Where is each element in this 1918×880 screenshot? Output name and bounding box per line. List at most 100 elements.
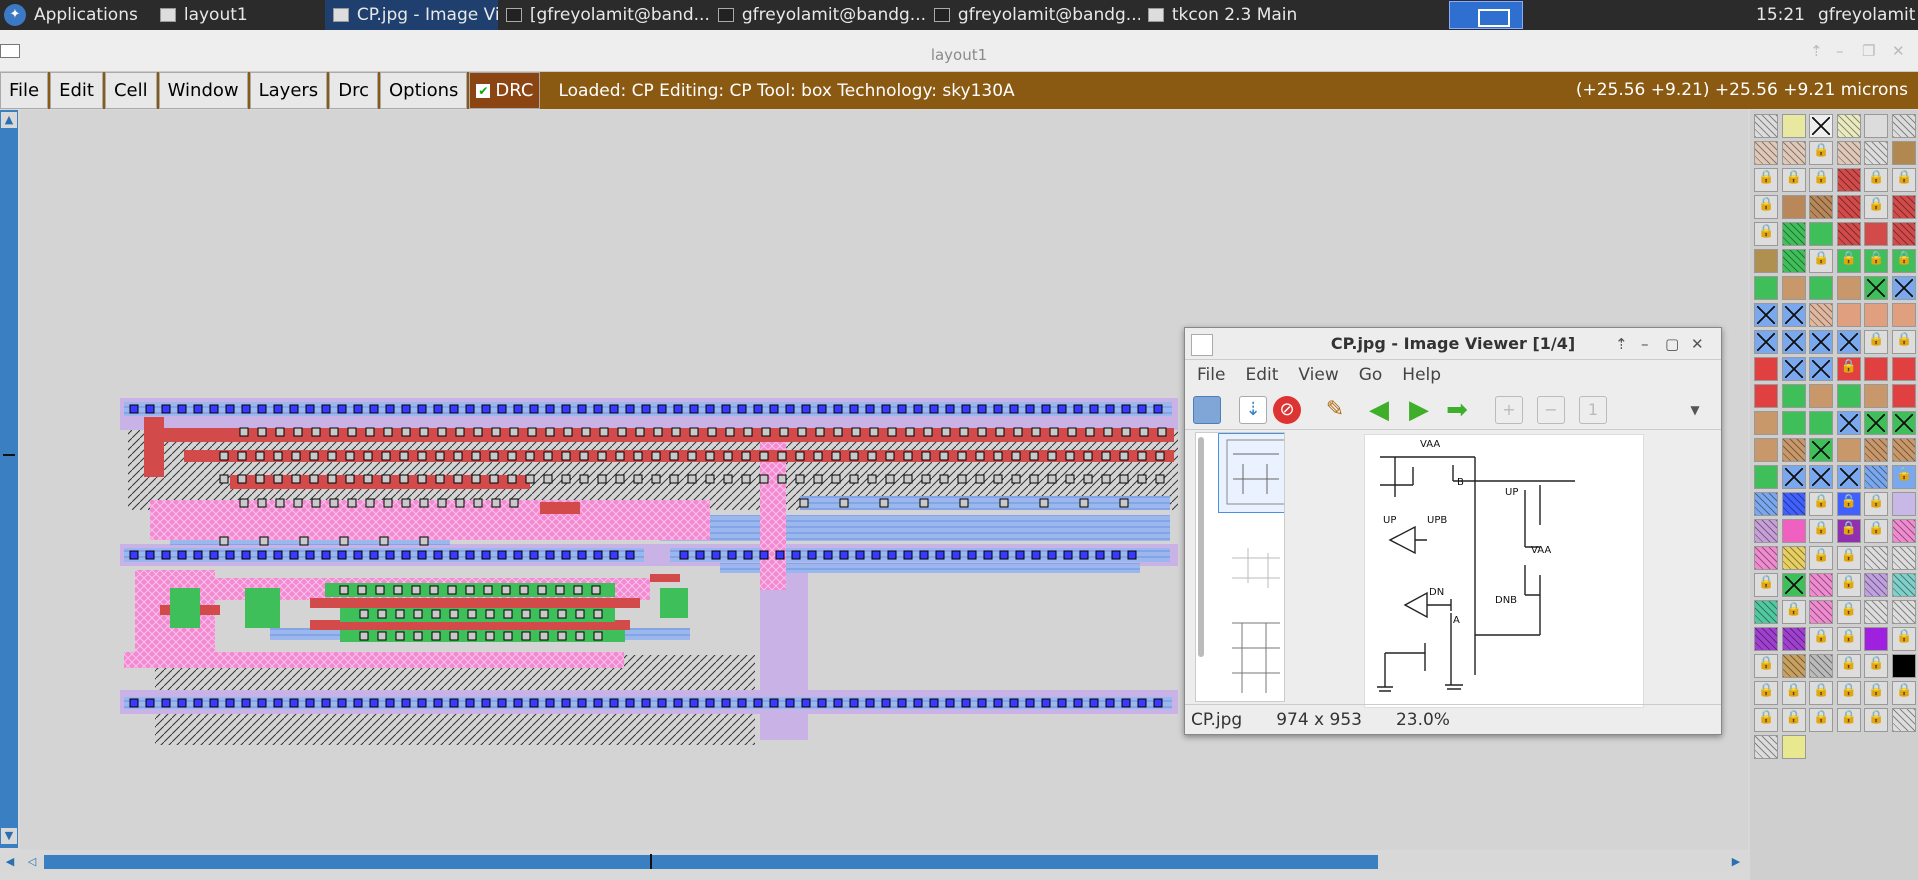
scroll-thumb[interactable] xyxy=(44,855,1378,869)
layer-swatch[interactable] xyxy=(1891,168,1916,192)
layer-swatch[interactable] xyxy=(1754,681,1778,705)
layer-swatch[interactable] xyxy=(1809,600,1834,624)
layer-swatch[interactable] xyxy=(1864,276,1889,300)
layer-swatch[interactable] xyxy=(1754,195,1778,219)
zoom-in-icon[interactable]: + xyxy=(1495,396,1523,424)
layer-swatch[interactable] xyxy=(1864,708,1889,732)
layer-swatch[interactable] xyxy=(1809,492,1834,516)
layer-swatch[interactable] xyxy=(1754,708,1778,732)
layer-swatch[interactable] xyxy=(1809,114,1834,138)
layer-swatch[interactable] xyxy=(1754,735,1778,759)
viewer-menu-view[interactable]: View xyxy=(1298,365,1338,385)
layer-swatch[interactable] xyxy=(1891,411,1916,435)
layer-swatch[interactable] xyxy=(1891,249,1916,273)
layer-swatch[interactable] xyxy=(1891,141,1916,165)
layer-swatch[interactable] xyxy=(1781,357,1806,381)
layer-swatch[interactable] xyxy=(1781,546,1806,570)
layer-swatch[interactable] xyxy=(1836,249,1861,273)
user-name[interactable]: gfreyolamit xyxy=(1818,0,1915,30)
schematic-image[interactable]: VAA B UP UPB UP VAA DN A DNB xyxy=(1364,434,1644,708)
viewer-menu-go[interactable]: Go xyxy=(1359,365,1383,385)
layer-swatch[interactable] xyxy=(1891,222,1916,246)
thumbnail-scrollbar[interactable] xyxy=(1198,437,1204,657)
layer-swatch[interactable] xyxy=(1754,357,1778,381)
applications-menu[interactable]: ✦ Applications xyxy=(0,0,152,30)
viewer-menu-edit[interactable]: Edit xyxy=(1245,365,1278,385)
layer-swatch[interactable] xyxy=(1891,276,1916,300)
layer-swatch[interactable] xyxy=(1754,438,1778,462)
layer-swatch[interactable] xyxy=(1754,492,1778,516)
viewer-menu-help[interactable]: Help xyxy=(1402,365,1441,385)
layer-swatch[interactable] xyxy=(1864,330,1889,354)
shade-icon[interactable]: ⇡ xyxy=(1615,328,1628,360)
task-terminal-1[interactable]: [gfreyolamit@band... xyxy=(498,0,710,30)
save-icon[interactable]: ⇣ xyxy=(1239,396,1267,424)
layer-swatch[interactable] xyxy=(1864,384,1889,408)
layer-swatch[interactable] xyxy=(1754,222,1778,246)
thumbnail-3[interactable] xyxy=(1218,613,1284,693)
layer-swatch[interactable] xyxy=(1836,114,1861,138)
layer-swatch[interactable] xyxy=(1754,384,1778,408)
shade-icon[interactable]: ⇡ xyxy=(1810,42,1823,60)
layer-swatch[interactable] xyxy=(1809,249,1834,273)
next-arrow-icon[interactable]: ➡ xyxy=(1443,396,1471,424)
layer-swatch[interactable] xyxy=(1781,222,1806,246)
layer-swatch[interactable] xyxy=(1781,249,1806,273)
layer-swatch[interactable] xyxy=(1891,708,1916,732)
layer-swatch[interactable] xyxy=(1781,384,1806,408)
layer-swatch[interactable] xyxy=(1809,681,1834,705)
layer-swatch[interactable] xyxy=(1891,492,1916,516)
layer-swatch[interactable] xyxy=(1781,681,1806,705)
layer-swatch[interactable] xyxy=(1891,303,1916,327)
drc-toggle[interactable]: ✔ DRC xyxy=(469,72,541,109)
layer-swatch[interactable] xyxy=(1891,573,1916,597)
layer-swatch[interactable] xyxy=(1809,303,1834,327)
layer-swatch[interactable] xyxy=(1864,681,1889,705)
layer-swatch[interactable] xyxy=(1754,114,1778,138)
menu-window[interactable]: Window xyxy=(158,72,248,109)
maximize-icon[interactable]: ▢ xyxy=(1665,328,1679,360)
layer-swatch[interactable] xyxy=(1864,141,1889,165)
layer-swatch[interactable] xyxy=(1809,627,1834,651)
layer-swatch[interactable] xyxy=(1836,681,1861,705)
layer-swatch[interactable] xyxy=(1781,141,1806,165)
layer-swatch[interactable] xyxy=(1836,168,1861,192)
layer-swatch[interactable] xyxy=(1754,627,1778,651)
layer-swatch[interactable] xyxy=(1754,546,1778,570)
maximize-icon[interactable]: ❐ xyxy=(1862,42,1875,60)
layer-swatch[interactable] xyxy=(1781,708,1806,732)
layer-swatch[interactable] xyxy=(1836,438,1861,462)
layer-swatch[interactable] xyxy=(1891,627,1916,651)
layer-swatch[interactable] xyxy=(1836,546,1861,570)
task-terminal-3[interactable]: gfreyolamit@bandg... xyxy=(926,0,1140,30)
minimize-icon[interactable]: – xyxy=(1641,328,1649,360)
layer-swatch[interactable] xyxy=(1891,195,1916,219)
layer-swatch[interactable] xyxy=(1781,114,1806,138)
layer-swatch[interactable] xyxy=(1781,276,1806,300)
layer-swatch[interactable] xyxy=(1836,384,1861,408)
layer-swatch[interactable] xyxy=(1864,303,1889,327)
layer-swatch[interactable] xyxy=(1809,195,1834,219)
layer-swatch[interactable] xyxy=(1891,654,1916,678)
layer-swatch[interactable] xyxy=(1891,681,1916,705)
layer-swatch[interactable] xyxy=(1781,438,1806,462)
layer-swatch[interactable] xyxy=(1836,330,1861,354)
layer-swatch[interactable] xyxy=(1836,357,1861,381)
close-icon[interactable]: ✕ xyxy=(1691,328,1704,360)
task-layout1[interactable]: layout1 xyxy=(152,0,322,30)
open-folder-icon[interactable] xyxy=(1193,396,1221,424)
layer-swatch[interactable] xyxy=(1754,411,1778,435)
layer-swatch[interactable] xyxy=(1754,303,1778,327)
previous-arrow-icon[interactable]: ◀ xyxy=(1365,396,1393,424)
layer-swatch[interactable] xyxy=(1836,708,1861,732)
task-terminal-2[interactable]: gfreyolamit@bandg... xyxy=(710,0,926,30)
layer-swatch[interactable] xyxy=(1836,411,1861,435)
menu-drc[interactable]: Drc xyxy=(329,72,378,109)
minimize-icon[interactable]: – xyxy=(1836,42,1844,60)
layer-swatch[interactable] xyxy=(1836,519,1861,543)
layer-swatch[interactable] xyxy=(1781,573,1806,597)
layer-swatch[interactable] xyxy=(1809,519,1834,543)
menu-layers[interactable]: Layers xyxy=(249,72,328,109)
viewer-titlebar[interactable]: CP.jpg - Image Viewer [1/4] ⇡ – ▢ ✕ xyxy=(1185,328,1721,360)
layer-swatch[interactable] xyxy=(1836,654,1861,678)
